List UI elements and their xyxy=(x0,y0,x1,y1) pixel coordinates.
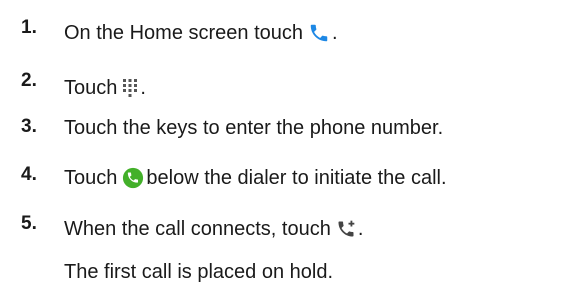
step-1: 1. On the Home screen touch . xyxy=(0,14,581,54)
step-4: 4. Touch below the dialer to initiate th… xyxy=(0,161,581,201)
step-text: Touch below the dialer to initiate the c… xyxy=(64,166,447,190)
add-call-icon xyxy=(336,219,356,239)
step-text-after: . xyxy=(332,22,338,44)
step-number: 2. xyxy=(21,70,37,91)
phone-icon xyxy=(308,22,330,44)
step-text: Touch . xyxy=(64,76,146,100)
dialpad-icon xyxy=(122,78,138,98)
step-text: On the Home screen touch . xyxy=(64,21,338,45)
step-text: When the call connects, touch . xyxy=(64,217,363,241)
step-text: Touch the keys to enter the phone number… xyxy=(64,117,444,139)
step-5: 5. When the call connects, touch . xyxy=(0,210,581,250)
step-3: 3. Touch the keys to enter the phone num… xyxy=(0,113,581,153)
instruction-steps: 1. On the Home screen touch . 2. Touch .… xyxy=(0,0,581,294)
step-text-after: . xyxy=(140,77,146,99)
step-text-before: On the Home screen touch xyxy=(64,22,304,44)
step-number: 5. xyxy=(21,213,37,234)
call-button-icon xyxy=(122,167,144,189)
step-text-before: When the call connects, touch xyxy=(64,218,331,240)
step-text-after: below the dialer to initiate the call. xyxy=(146,167,447,189)
step-text-before: Touch xyxy=(64,167,118,189)
step-text-before: Touch xyxy=(64,77,118,99)
step-number: 1. xyxy=(21,17,37,38)
step-2: 2. Touch . xyxy=(0,67,581,107)
step-text-after: . xyxy=(357,218,364,240)
step-number: 4. xyxy=(21,164,37,185)
step-note: The first call is placed on hold. xyxy=(64,261,334,283)
step-number: 3. xyxy=(21,116,37,137)
